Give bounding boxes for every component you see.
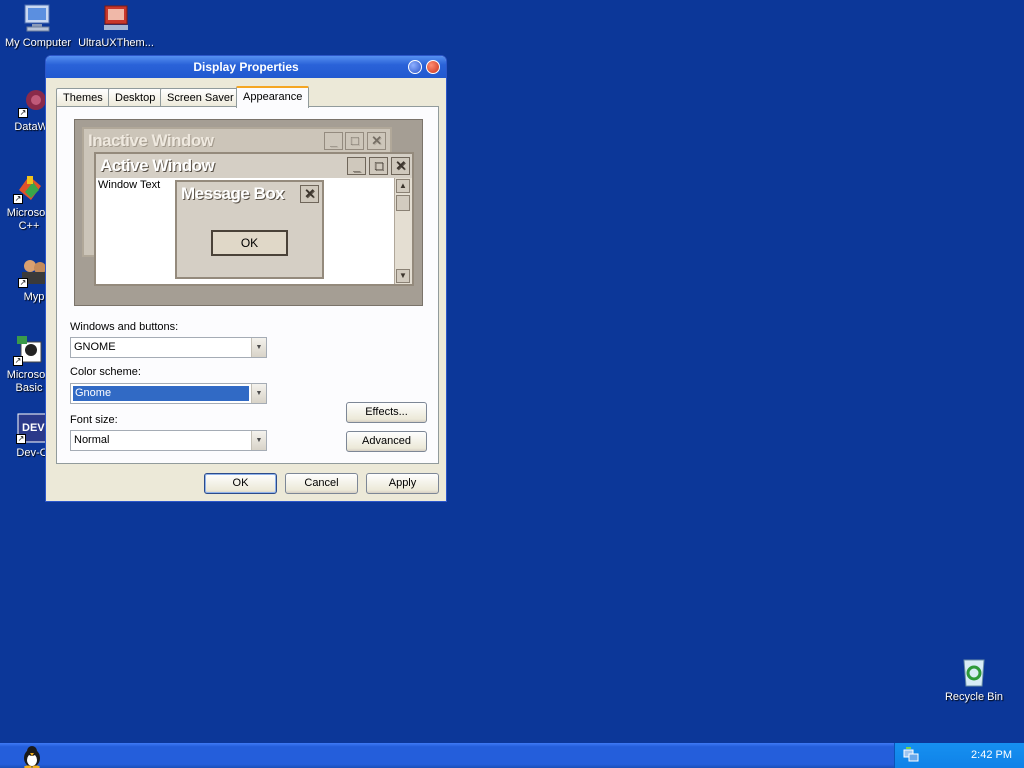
desktop-icon-label: Recycle Bin (944, 691, 1004, 703)
message-title-text: Message Box (181, 184, 285, 203)
chevron-down-icon[interactable]: ▼ (251, 384, 266, 403)
shortcut-arrow-icon: ↗ (13, 356, 23, 366)
recycle-bin-icon (958, 656, 990, 688)
taskbar: 2:42 PM (0, 743, 1024, 768)
tab-screen-saver[interactable]: Screen Saver (160, 88, 241, 107)
window-titlebar[interactable]: Display Properties (46, 56, 446, 78)
dev-cpp-icon: DEV ↗ (16, 412, 48, 444)
desktop-icon-ultrauxtheme[interactable]: UltraUXThem... (76, 2, 156, 50)
preview-close-icon: ✕ (367, 132, 386, 150)
preview-close-icon: ✕ (300, 185, 319, 203)
tab-themes[interactable]: Themes (56, 88, 110, 107)
svg-text:DEV: DEV (22, 422, 45, 434)
desktop-icon-label: UltraUXThem... (78, 37, 154, 49)
ok-button[interactable]: OK (204, 473, 277, 494)
tab-desktop[interactable]: Desktop (108, 88, 163, 107)
visual-basic-icon: ↗ (13, 334, 45, 366)
shortcut-arrow-icon: ↗ (18, 108, 28, 118)
preview-inactive-title: Inactive Window _ □ ✕ (84, 129, 390, 153)
preview-scrollbar: ▲ ▼ (394, 178, 412, 284)
desktop-icon-recycle-bin[interactable]: Recycle Bin (934, 656, 1014, 704)
preview-window-text: Window Text (98, 179, 161, 191)
preview-message-box: Message Box ✕ OK (175, 180, 324, 279)
desktop-icon-label: My Computer (4, 37, 72, 49)
color-scheme-select[interactable]: Gnome ▼ (70, 383, 267, 404)
display-properties-window: Display Properties Themes Desktop Screen… (45, 55, 447, 502)
preview-maximize-icon: □ (345, 132, 364, 150)
preview-minimize-icon: _ (324, 132, 343, 150)
shortcut-arrow-icon: ↗ (13, 194, 23, 204)
preview-message-title: Message Box ✕ (177, 182, 322, 206)
preview-maximize-icon: □ (369, 157, 388, 175)
scroll-down-icon: ▼ (396, 269, 410, 283)
inactive-title-text: Inactive Window (88, 131, 214, 150)
cancel-button[interactable]: Cancel (285, 473, 358, 494)
chevron-down-icon[interactable]: ▼ (251, 431, 266, 450)
font-size-value: Normal (74, 434, 110, 446)
windows-buttons-value: GNOME (74, 341, 116, 353)
preview-minimize-icon: _ (347, 157, 366, 175)
shortcut-arrow-icon: ↗ (16, 434, 26, 444)
close-button[interactable] (426, 60, 440, 74)
preview-active-title: Active Window _ □ ✕ (96, 154, 412, 178)
start-button[interactable] (18, 744, 46, 768)
system-tray: 2:42 PM (894, 743, 1024, 768)
ultrauxtheme-icon (100, 2, 132, 34)
advanced-button[interactable]: Advanced (346, 431, 427, 452)
scroll-up-icon: ▲ (396, 179, 410, 193)
appearance-tab-panel: Inactive Window _ □ ✕ Active Window _ □ … (56, 106, 439, 464)
dialog-client-area: Themes Desktop Screen Saver Appearance I… (49, 78, 443, 498)
help-button[interactable] (408, 60, 422, 74)
preview-close-icon: ✕ (391, 157, 410, 175)
effects-button[interactable]: Effects... (346, 402, 427, 423)
color-scheme-value: Gnome (73, 386, 249, 401)
shortcut-arrow-icon: ↗ (18, 278, 28, 288)
chevron-down-icon[interactable]: ▼ (251, 338, 266, 357)
active-title-text: Active Window (100, 156, 215, 175)
clock[interactable]: 2:42 PM (971, 749, 1012, 761)
desktop-icon-my-computer[interactable]: My Computer (0, 2, 78, 50)
tab-appearance[interactable]: Appearance (236, 86, 310, 108)
scroll-thumb (396, 195, 410, 211)
font-size-label: Font size: (70, 414, 118, 426)
color-scheme-label: Color scheme: (70, 366, 141, 378)
font-size-select[interactable]: Normal ▼ (70, 430, 267, 451)
window-title: Display Properties (193, 60, 299, 74)
preview-ok-button: OK (211, 230, 288, 256)
apply-button[interactable]: Apply (366, 473, 439, 494)
visual-cpp-icon: ↗ (13, 172, 45, 204)
network-icon[interactable] (903, 747, 919, 763)
windows-buttons-label: Windows and buttons: (70, 321, 179, 333)
computer-icon (22, 2, 54, 34)
windows-buttons-select[interactable]: GNOME ▼ (70, 337, 267, 358)
appearance-preview: Inactive Window _ □ ✕ Active Window _ □ … (74, 119, 423, 306)
penguin-icon (24, 746, 40, 768)
